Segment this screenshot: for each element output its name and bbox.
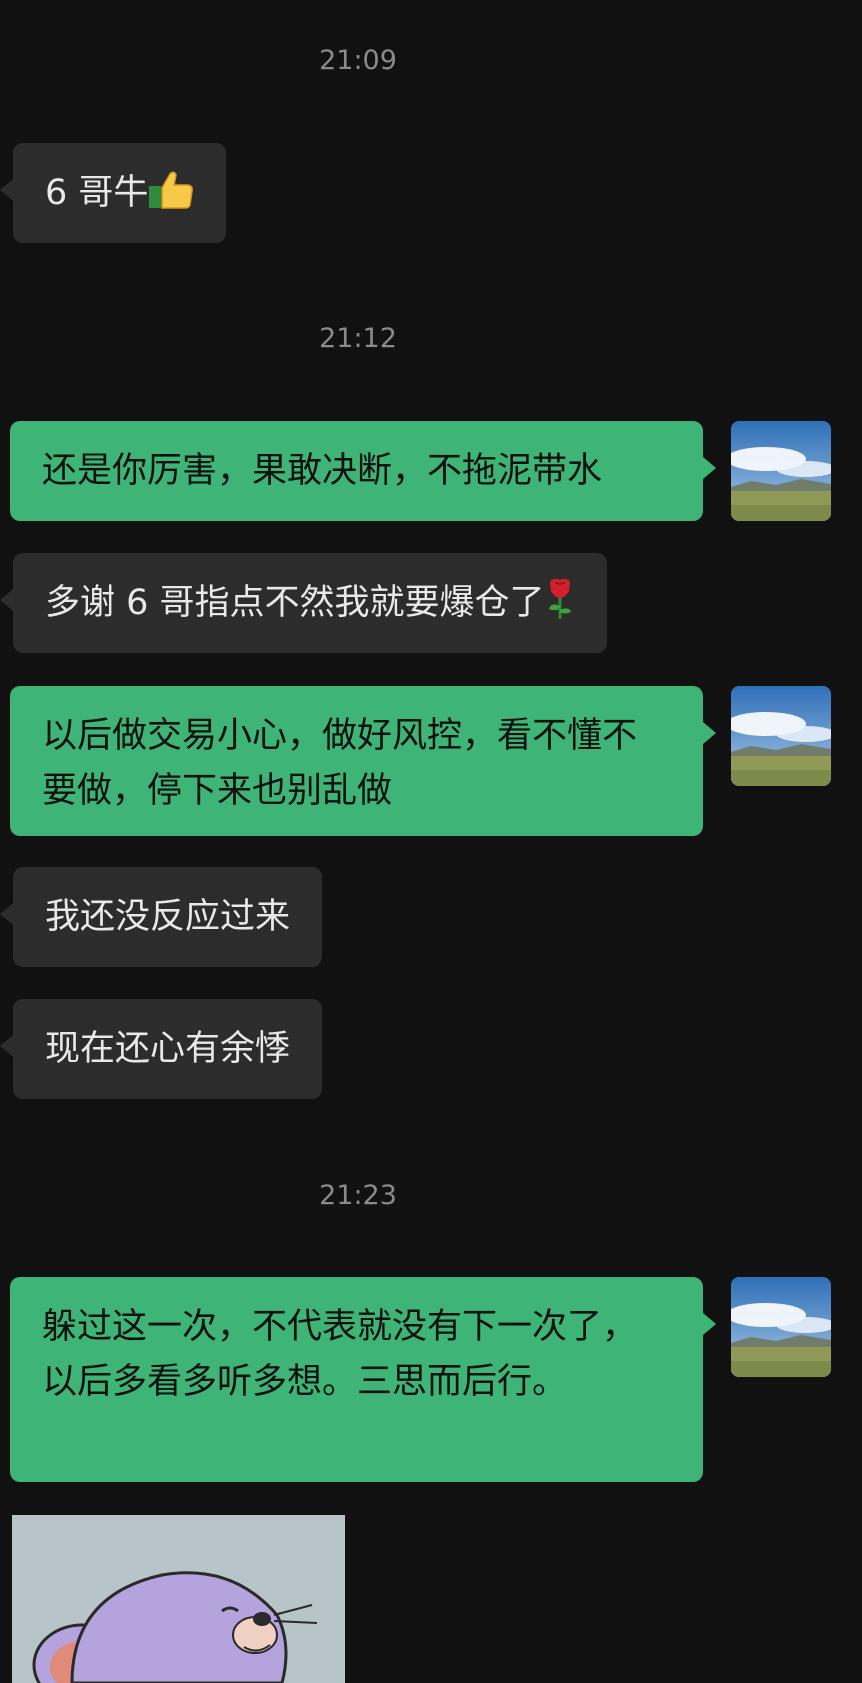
sticker-message[interactable] (12, 1515, 345, 1683)
outgoing-message[interactable]: 还是你厉害，果敢决断，不拖泥带水 (10, 421, 716, 521)
timestamp: 21:23 (319, 1180, 397, 1211)
message-text: 以后做交易小心，做好风控，看不懂不要做，停下来也别乱做 (42, 716, 638, 811)
message-text: 躲过这一次，不代表就没有下一次了，以后多看多听多想。三思而后行。 (42, 1307, 638, 1402)
timestamp: 21:12 (319, 323, 397, 354)
landscape-avatar (731, 421, 831, 521)
user-avatar[interactable] (731, 686, 831, 786)
incoming-message[interactable]: 多谢 6 哥指点不然我就要爆仓了 (0, 553, 607, 653)
chat-conversation: 21:09 6 哥牛 21:12 还是你厉害，果敢决断，不拖泥带水 多谢 6 哥… (0, 0, 862, 1683)
message-text: 多谢 6 哥指点不然我就要爆仓了 (45, 583, 545, 623)
cartoon-mouse-sticker (12, 1515, 345, 1683)
message-text: 我还没反应过来 (45, 897, 291, 937)
outgoing-message[interactable]: 躲过这一次，不代表就没有下一次了，以后多看多听多想。三思而后行。 (10, 1277, 716, 1482)
landscape-avatar (731, 686, 831, 786)
landscape-avatar (731, 1277, 831, 1377)
outgoing-message[interactable]: 以后做交易小心，做好风控，看不懂不要做，停下来也别乱做 (10, 686, 716, 836)
message-text: 现在还心有余悸 (45, 1029, 291, 1069)
incoming-message[interactable]: 我还没反应过来 (0, 867, 323, 967)
incoming-message[interactable]: 6 哥牛 (0, 143, 227, 243)
user-avatar[interactable] (731, 1277, 831, 1377)
rose-icon (545, 576, 575, 637)
thumbs-up-icon (148, 170, 194, 227)
incoming-message[interactable]: 现在还心有余悸 (0, 999, 323, 1099)
message-text: 6 哥牛 (45, 173, 149, 213)
message-text: 还是你厉害，果敢决断，不拖泥带水 (42, 451, 603, 491)
timestamp: 21:09 (319, 45, 397, 76)
user-avatar[interactable] (731, 421, 831, 521)
